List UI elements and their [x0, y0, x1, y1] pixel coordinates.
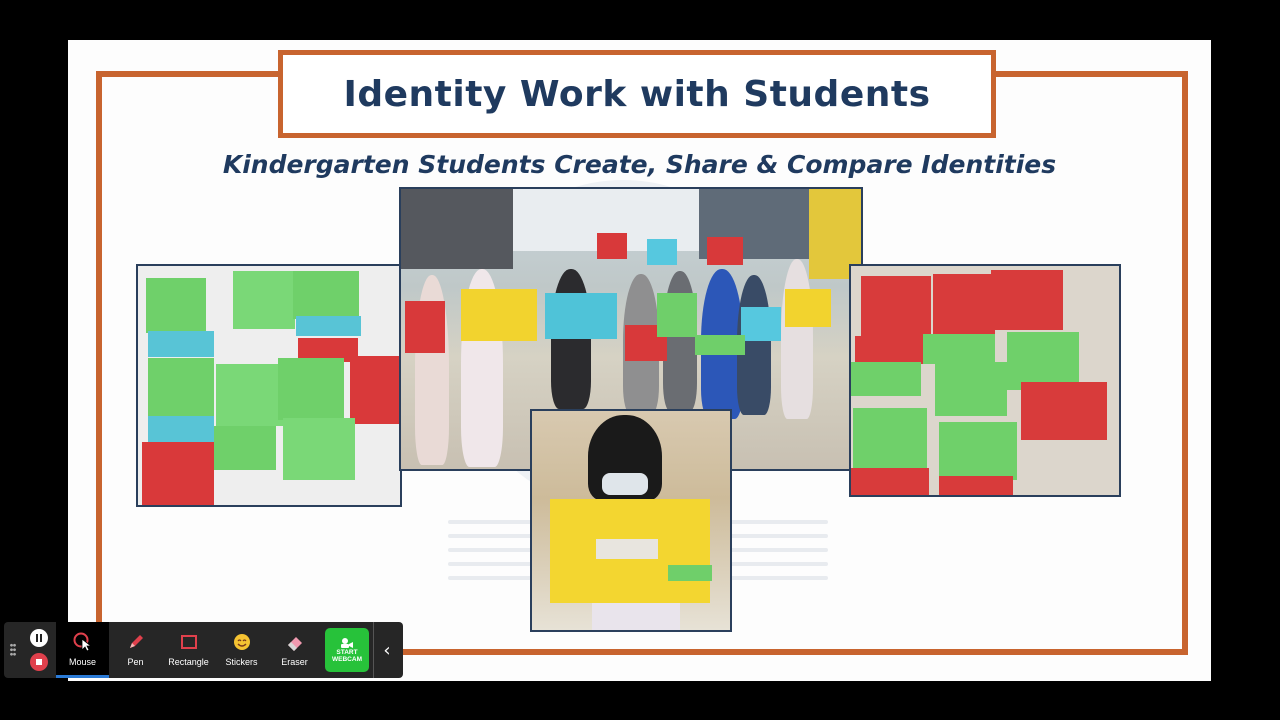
tool-stickers-label: Stickers [225, 657, 258, 667]
sticker-icon [233, 633, 251, 651]
slide: Identity Work with Students Kindergarten… [68, 40, 1211, 681]
tool-mouse-label: Mouse [68, 657, 96, 667]
title-box: Identity Work with Students [278, 50, 996, 138]
collapse-toolbar-button[interactable]: ‹ [373, 622, 400, 678]
webcam-icon [341, 638, 353, 648]
webcam-label-line2: WEBCAM [332, 656, 362, 663]
stop-button[interactable] [30, 653, 48, 671]
recording-controls [22, 622, 56, 678]
tool-eraser[interactable]: Eraser [268, 622, 321, 678]
student-holding-notes-photo [530, 409, 732, 632]
eraser-icon [286, 633, 304, 651]
recorder-toolbar: Mouse Pen Rectangle Stickers Eraser STAR… [4, 622, 403, 678]
pen-icon [127, 633, 145, 651]
start-webcam-button[interactable]: START WEBCAM [325, 628, 369, 672]
webcam-label-line1: START [336, 649, 358, 656]
stop-icon [36, 659, 42, 665]
red-green-notes-photo [849, 264, 1121, 497]
pause-icon [36, 634, 42, 642]
rectangle-icon [180, 633, 198, 651]
tool-pen-label: Pen [127, 657, 144, 667]
tool-rectangle[interactable]: Rectangle [162, 622, 215, 678]
sticky-notes-board-photo [136, 264, 402, 507]
grip-icon [10, 643, 16, 657]
drag-handle[interactable] [4, 622, 22, 678]
slide-subtitle: Kindergarten Students Create, Share & Co… [222, 150, 1057, 179]
slide-title: Identity Work with Students [343, 73, 931, 115]
tool-rectangle-label: Rectangle [168, 657, 209, 667]
tool-stickers[interactable]: Stickers [215, 622, 268, 678]
mouse-cursor-icon [73, 632, 93, 652]
tool-eraser-label: Eraser [281, 657, 308, 667]
tool-mouse[interactable]: Mouse [56, 622, 109, 678]
pause-button[interactable] [30, 629, 48, 647]
tool-pen[interactable]: Pen [109, 622, 162, 678]
chevron-left-icon: ‹ [383, 639, 391, 661]
